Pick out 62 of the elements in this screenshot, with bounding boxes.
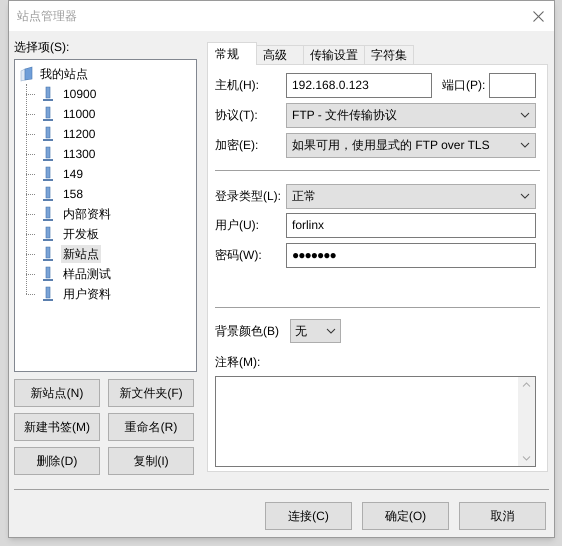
computer-tower-icon — [41, 166, 55, 182]
tree-item[interactable]: 样品测试 — [61, 265, 113, 283]
tree-item[interactable]: 用户资料 — [61, 285, 113, 303]
field-label: 密码(W): — [215, 247, 263, 264]
computer-tower-icon — [41, 106, 55, 122]
field-label: 端口(P): — [442, 77, 486, 94]
computer-tower-icon — [41, 186, 55, 202]
dialog-button[interactable]: 取消 — [459, 502, 546, 530]
site-button[interactable]: 重命名(R) — [108, 413, 194, 441]
tree-item[interactable]: 11200 — [61, 125, 98, 143]
tab[interactable]: 常规 — [207, 42, 257, 65]
tree-item[interactable]: 新站点 — [61, 245, 101, 263]
dialog-button[interactable]: 连接(C) — [265, 502, 352, 530]
tree-item[interactable]: 内部资料 — [61, 205, 113, 223]
chevron-down-icon — [520, 112, 530, 118]
chevron-down-icon — [520, 142, 530, 148]
host-field[interactable]: 192.168.0.123 — [286, 72, 432, 98]
protocol-dropdown[interactable]: FTP - 文件传输协议 — [286, 102, 536, 128]
site-button[interactable]: 新站点(N) — [14, 379, 100, 407]
computer-tower-icon — [41, 246, 55, 262]
tree-item[interactable]: 10900 — [61, 85, 98, 103]
tab[interactable]: 传输设置 — [304, 45, 365, 65]
logon-type-dropdown[interactable]: 正常 — [286, 184, 536, 208]
tree-item[interactable]: 我的站点 — [38, 65, 90, 83]
computer-tower-icon — [41, 266, 55, 282]
port-field[interactable] — [489, 72, 536, 98]
computer-tower-icon — [41, 86, 55, 102]
tab[interactable]: 字符集 — [365, 45, 414, 65]
computer-tower-icon — [41, 286, 55, 302]
field-label: 加密(E): — [215, 137, 260, 154]
tree-item[interactable]: 149 — [61, 165, 86, 183]
field-label: 注释(M): — [215, 354, 260, 371]
dialog-button[interactable]: 确定(O) — [362, 502, 449, 530]
field-label: 主机(H): — [215, 77, 260, 94]
field-label: 登录类型(L): — [215, 188, 282, 205]
tree-item[interactable]: 11000 — [61, 105, 98, 123]
user-field[interactable]: forlinx — [286, 212, 536, 238]
folder-icon — [20, 66, 34, 82]
computer-tower-icon — [41, 206, 55, 222]
computer-tower-icon — [41, 146, 55, 162]
tree-item[interactable]: 开发板 — [61, 225, 101, 243]
site-button[interactable]: 新文件夹(F) — [108, 379, 194, 407]
select-label: 选择项(S): — [14, 39, 70, 56]
comments-field[interactable] — [215, 376, 536, 467]
chevron-down-icon — [326, 328, 336, 334]
field-label: 背景颜色(B) — [215, 323, 280, 340]
tree-item[interactable]: 158 — [61, 185, 86, 203]
background-color-dropdown[interactable]: 无 — [290, 319, 341, 343]
site-button[interactable]: 复制(I) — [108, 447, 194, 475]
close-icon[interactable] — [533, 10, 544, 22]
chevron-down-icon — [520, 193, 530, 199]
site-button[interactable]: 新建书签(M) — [14, 413, 100, 441]
password-field[interactable]: ●●●●●●● — [286, 242, 536, 268]
computer-tower-icon — [41, 226, 55, 242]
tree-item[interactable]: 11300 — [61, 145, 98, 163]
computer-tower-icon — [41, 126, 55, 142]
tab[interactable]: 高级 — [257, 45, 304, 65]
encryption-dropdown[interactable]: 如果可用，使用显式的 FTP over TLS — [286, 132, 536, 158]
window-title: 站点管理器 — [17, 8, 77, 25]
site-button[interactable]: 删除(D) — [14, 447, 100, 475]
field-label: 用户(U): — [215, 217, 260, 234]
field-label: 协议(T): — [215, 107, 259, 124]
